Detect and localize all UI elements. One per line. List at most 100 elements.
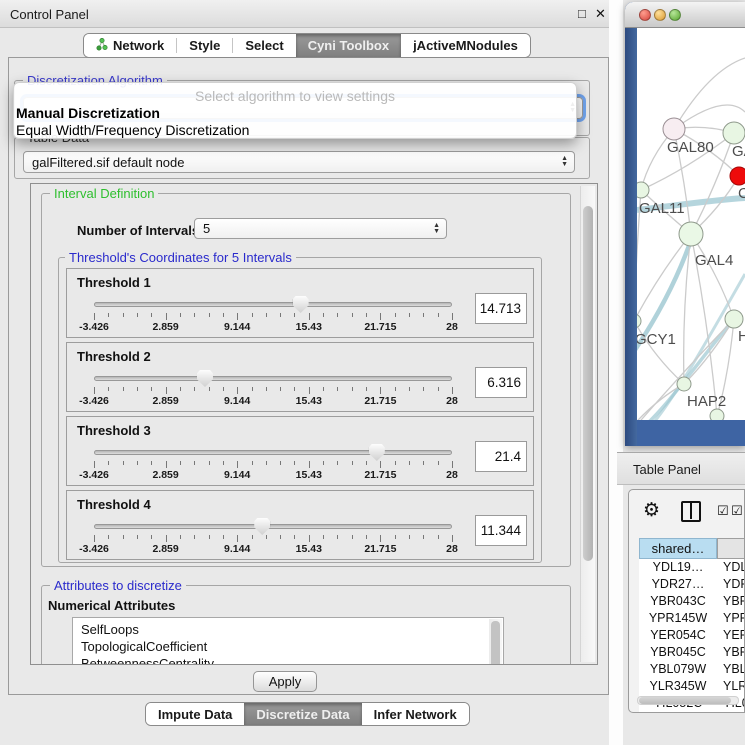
threshold-panel-2: Threshold 2-3.4262.8599.14415.4321.71528… <box>66 342 534 412</box>
threshold-panel-3: Threshold 3-3.4262.8599.14415.4321.71528… <box>66 416 534 486</box>
algorithm-option-manual-discretization[interactable]: Manual Discretization <box>16 105 574 122</box>
cell-shared-name: YDR27… <box>639 576 717 593</box>
settings-scroll-panel: Interval Definition Number of Intervals … <box>30 183 598 665</box>
threshold-slider-thumb[interactable] <box>369 444 385 461</box>
column-header-name[interactable]: name <box>717 538 744 559</box>
table-row[interactable]: YBR043CYBR0 <box>639 593 744 610</box>
table-panel-header: Table Panel <box>617 452 745 485</box>
tab-impute-data[interactable]: Impute Data <box>146 703 244 725</box>
table-row[interactable]: YLR345WYLR3 <box>639 678 744 695</box>
slider-tick <box>108 387 109 391</box>
slider-tick <box>108 461 109 465</box>
numerical-attributes-list[interactable]: SelfLoopsTopologicalCoefficientBetweenne… <box>72 617 504 665</box>
checkbox-icon[interactable]: ☑ <box>717 504 729 519</box>
slider-tick <box>280 387 281 391</box>
slider-tick <box>323 313 324 317</box>
zoom-traffic-light-icon[interactable] <box>669 9 681 21</box>
table-row[interactable]: YBR045CYBR0 <box>639 644 744 661</box>
stepper-down-icon[interactable]: ▼ <box>433 229 440 235</box>
settings-vertical-scrollbar[interactable] <box>580 186 595 662</box>
threshold-value-field[interactable]: 14.713 <box>475 293 527 324</box>
slider-tick-label: -3.426 <box>79 321 109 333</box>
threshold-slider-track[interactable] <box>94 450 452 455</box>
close-icon[interactable]: ✕ <box>595 6 606 22</box>
float-icon[interactable]: □ <box>578 6 586 21</box>
column-header-shared-name[interactable]: shared… <box>639 538 717 559</box>
threshold-slider-thumb[interactable] <box>254 518 270 535</box>
gear-icon[interactable]: ⚙ <box>643 499 660 521</box>
network-node-gal4[interactable] <box>679 222 703 246</box>
network-node-ga[interactable] <box>723 122 745 144</box>
network-node-h[interactable] <box>725 310 743 328</box>
slider-tick-label: 9.144 <box>224 321 250 333</box>
table-row[interactable]: YPR145WYPR1 <box>639 610 744 627</box>
cell-shared-name: YDL19… <box>639 559 717 576</box>
threshold-slider-track[interactable] <box>94 524 452 529</box>
network-window-titlebar[interactable] <box>625 2 745 28</box>
table-row[interactable]: YDR27…YDR2 <box>639 576 744 593</box>
tab-discretize-data[interactable]: Discretize Data <box>244 703 361 725</box>
slider-tick <box>166 535 167 542</box>
combo-stepper-icon[interactable]: ▲ ▼ <box>555 156 574 168</box>
table-horizontal-scrollbar[interactable] <box>637 696 739 705</box>
column-layout-icon[interactable] <box>681 501 701 522</box>
table-scrollbar-thumb[interactable] <box>639 697 731 704</box>
network-node-c[interactable] <box>730 167 745 185</box>
number-of-intervals-combobox[interactable]: 5 ▲ ▼ <box>194 218 447 239</box>
threshold-value-field[interactable]: 21.4 <box>475 441 527 472</box>
combo-stepper-icon[interactable]: ▲ ▼ <box>427 223 446 235</box>
network-node-gal11[interactable] <box>637 182 649 198</box>
stepper-down-icon[interactable]: ▼ <box>561 162 568 168</box>
threshold-slider-thumb[interactable] <box>293 296 309 313</box>
slider-tick <box>94 313 95 320</box>
slider-tick <box>237 461 238 468</box>
table-row[interactable]: YBL079WYBL0 <box>639 661 744 678</box>
tab-style[interactable]: Style <box>177 34 232 57</box>
table-data-combobox[interactable]: galFiltered.sif default node ▲ ▼ <box>23 151 575 173</box>
threshold-value-field[interactable]: 11.344 <box>475 515 527 546</box>
checkbox-icon[interactable]: ☑ <box>731 504 743 519</box>
tab-jactivemnodules[interactable]: jActiveMNodules <box>401 34 530 57</box>
slider-tick <box>252 313 253 317</box>
slider-tick <box>151 313 152 317</box>
tab-select[interactable]: Select <box>233 34 295 57</box>
attribute-item-selfloops[interactable]: SelfLoops <box>81 621 503 638</box>
tab-cyni-toolbox[interactable]: Cyni Toolbox <box>296 34 401 57</box>
network-canvas[interactable]: GAL80GACGAL11GAL4GCY1HHAP2 <box>637 28 745 420</box>
table-row[interactable]: YDL19…YDL1 <box>639 559 744 576</box>
slider-tick <box>194 387 195 391</box>
attribute-item-topologicalcoefficient[interactable]: TopologicalCoefficient <box>81 638 503 655</box>
settings-scrollbar-thumb[interactable] <box>583 206 593 561</box>
threshold-slider-track[interactable] <box>94 302 452 307</box>
tab-label: jActiveMNodules <box>413 38 518 53</box>
network-node-gal80[interactable] <box>663 118 685 140</box>
slider-tick <box>452 535 453 542</box>
threshold-value-field[interactable]: 6.316 <box>475 367 527 398</box>
slider-tick <box>409 387 410 391</box>
threshold-slider-track[interactable] <box>94 376 452 381</box>
node-label: GCY1 <box>637 331 676 348</box>
algorithm-dropdown-popup: Select algorithm to view settings Manual… <box>13 82 577 139</box>
tab-network[interactable]: Network <box>84 34 176 57</box>
close-traffic-light-icon[interactable] <box>639 9 651 21</box>
network-node-hap2[interactable] <box>677 377 691 391</box>
table-row[interactable]: YER054CYER0 <box>639 627 744 644</box>
slider-tick <box>380 313 381 320</box>
slider-tick <box>337 313 338 317</box>
tab-infer-network[interactable]: Infer Network <box>362 703 469 725</box>
apply-button[interactable]: Apply <box>253 671 317 692</box>
attributes-list-scrollbar[interactable] <box>489 619 502 665</box>
cell-name: YLR3 <box>717 678 744 695</box>
network-node[interactable] <box>710 409 724 420</box>
slider-tick <box>166 387 167 394</box>
panel-gap <box>609 0 623 745</box>
threshold-slider-thumb[interactable] <box>197 370 213 387</box>
threshold-panel-1: Threshold 1-3.4262.8599.14415.4321.71528… <box>66 268 534 338</box>
network-node-gcy1[interactable] <box>637 314 641 328</box>
tab-label: Network <box>113 38 164 53</box>
node-label: H <box>738 328 745 345</box>
attributes-scrollbar-thumb[interactable] <box>491 621 500 665</box>
algorithm-option-equal-width-frequency-discretization[interactable]: Equal Width/Frequency Discretization <box>16 122 574 139</box>
attribute-item-betweennesscentrality[interactable]: BetweennessCentrality <box>81 655 503 665</box>
minimize-traffic-light-icon[interactable] <box>654 9 666 21</box>
